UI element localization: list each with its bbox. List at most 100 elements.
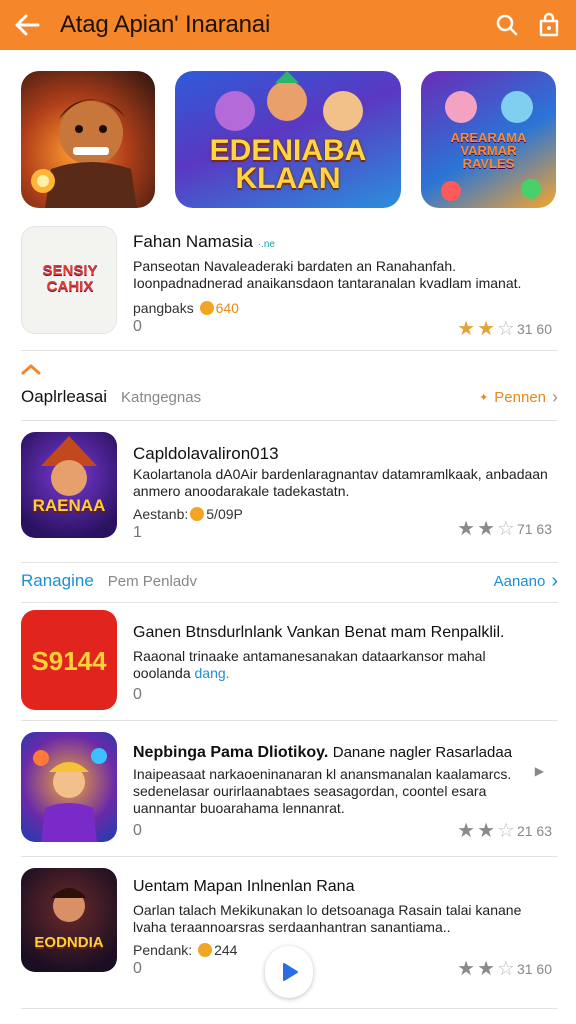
description-text: ooolanda bbox=[133, 665, 191, 681]
app-rating: ★ ★ ☆ 31 60 bbox=[457, 316, 552, 341]
back-arrow-icon bbox=[15, 14, 40, 36]
app-icon-text: SENSIY CAHIX bbox=[42, 262, 98, 295]
app-description: Kaolartanola dA0Air bardenlaragnantav da… bbox=[133, 466, 548, 499]
app-price: Aestanb: 5/09P bbox=[133, 506, 243, 522]
app-icon: RAENAA bbox=[21, 432, 117, 538]
section-header-2: Ranagine Pem Penladv Aanano › bbox=[21, 566, 558, 596]
download-count: 0 bbox=[133, 686, 142, 703]
chevron-right-icon: › bbox=[552, 386, 558, 407]
app-icon: EODNDIA bbox=[21, 868, 117, 972]
app-icon-text: S9144 bbox=[31, 646, 107, 676]
section-link[interactable]: ✦ Pennen › bbox=[479, 387, 558, 408]
app-header: Atag Apian' Inaranai bbox=[0, 0, 576, 50]
section-subtitle: Katngegnas bbox=[121, 388, 202, 406]
app-rating: ★ ★ ☆ 21 63 bbox=[457, 818, 552, 843]
app-price: Pendank: 244 bbox=[133, 942, 237, 958]
back-button[interactable] bbox=[0, 0, 54, 50]
download-count: 1 bbox=[133, 524, 142, 541]
app-icon-text: RAENAA bbox=[32, 496, 106, 515]
divider bbox=[21, 350, 558, 351]
banner-tile-side[interactable]: AREARAMA VARMAR RAVLES bbox=[421, 71, 556, 208]
divider bbox=[21, 602, 558, 603]
list-item[interactable]: Nepbinga Pama Dliotikoy. Danane nagler R… bbox=[21, 730, 558, 848]
divider bbox=[21, 1008, 558, 1009]
app-name: Ganen Btnsdurlnlank Vankan Benat mam Ren… bbox=[133, 624, 505, 641]
price-label: Pendank: bbox=[133, 942, 193, 958]
divider bbox=[21, 720, 558, 721]
search-icon bbox=[496, 14, 518, 36]
price-value: 244 bbox=[214, 942, 238, 958]
section-subtitle: Pem Penladv bbox=[107, 572, 197, 590]
star-filled-icon: ★ bbox=[477, 820, 496, 842]
section-title: Oaplrleasai bbox=[21, 387, 107, 406]
list-item[interactable]: RAENAA Capldolavaliron013 Kaolartanola d… bbox=[21, 430, 558, 550]
app-name-extra: Danane nagler Rasarladaa bbox=[332, 744, 513, 761]
play-button[interactable] bbox=[265, 946, 313, 998]
app-icon-text: EODNDIA bbox=[34, 934, 104, 951]
expand-arrow-icon[interactable]: ▶ bbox=[535, 764, 544, 778]
coin-icon bbox=[199, 301, 214, 315]
rating-value: 31 60 bbox=[516, 320, 552, 337]
price-value: 640 bbox=[215, 300, 239, 316]
star-filled-icon: ★ bbox=[457, 820, 476, 842]
star-filled-icon: ★ bbox=[477, 518, 496, 540]
divider bbox=[21, 856, 558, 857]
app-description: Oarlan talach Mekikunakan lo detsoanaga … bbox=[133, 902, 522, 935]
coin-icon bbox=[190, 507, 205, 521]
app-name-text: Fahan Namasia bbox=[133, 232, 254, 251]
app-name: Uentam Mapan Inlnenlan Rana bbox=[133, 878, 355, 895]
bag-icon bbox=[539, 12, 559, 37]
description-link[interactable]: dang. bbox=[195, 665, 230, 681]
app-icon bbox=[21, 732, 117, 842]
app-description: Raaonal trinaake antamanesanakan dataark… bbox=[133, 648, 553, 682]
app-icon-featured: SENSIY CAHIX bbox=[21, 226, 117, 334]
app-price: pangbaks 640 bbox=[133, 300, 239, 316]
app-icon: S9144 bbox=[21, 610, 117, 710]
banner-tile-main[interactable]: EDENIABA KLAAN bbox=[175, 71, 401, 208]
app-name: Nepbinga Pama Dliotikoy. Danane nagler R… bbox=[133, 744, 512, 762]
app-name: Fahan Namasia ·.ne bbox=[133, 232, 275, 252]
section-title: Ranagine bbox=[21, 571, 94, 590]
price-label: Aestanb: bbox=[133, 506, 189, 522]
app-rating: ★ ★ ☆ 71 63 bbox=[457, 516, 552, 541]
download-count: 0 bbox=[133, 822, 142, 839]
chevron-right-icon: › bbox=[551, 569, 558, 592]
app-description: Panseotan Navaleaderaki bardaten an Rana… bbox=[133, 258, 522, 291]
fantasy-characters-art bbox=[33, 748, 107, 842]
app-rating: ★ ★ ☆ 31 60 bbox=[457, 956, 552, 981]
price-label: pangbaks bbox=[133, 300, 194, 316]
star-filled-icon: ★ bbox=[477, 318, 496, 340]
banner-side-title: AREARAMA VARMAR RAVLES bbox=[450, 130, 527, 171]
app-description: Inaipeasaat narkaoeninanaran kl anansman… bbox=[133, 766, 512, 816]
download-count: 0 bbox=[133, 318, 142, 335]
star-filled-icon: ★ bbox=[477, 958, 496, 980]
section-link-label: Aanano bbox=[493, 572, 546, 590]
star-empty-icon: ☆ bbox=[497, 820, 515, 842]
hero-character-art bbox=[31, 99, 137, 208]
rating-value: 71 63 bbox=[516, 520, 552, 537]
rating-value: 21 63 bbox=[516, 822, 552, 839]
app-name: Capldolavaliron013 bbox=[133, 444, 279, 463]
list-item-featured[interactable]: SENSIY CAHIX Fahan Namasia ·.ne Panseota… bbox=[21, 224, 558, 344]
warrior-character-art bbox=[51, 888, 87, 922]
search-button[interactable] bbox=[486, 0, 528, 50]
star-filled-icon: ★ bbox=[457, 318, 476, 340]
star-empty-icon: ☆ bbox=[497, 318, 515, 340]
section-link[interactable]: Aanano › bbox=[494, 570, 558, 593]
play-icon bbox=[283, 963, 298, 981]
price-value: 5/09P bbox=[206, 506, 243, 522]
store-button[interactable] bbox=[528, 0, 570, 50]
collapse-chevron-icon[interactable] bbox=[21, 362, 41, 380]
section-link-label: Pennen bbox=[494, 388, 546, 406]
section-header-1: Oaplrleasai Katngegnas ✦ Pennen › bbox=[21, 382, 558, 412]
sparkle-icon: ✦ bbox=[479, 391, 489, 404]
star-filled-icon: ★ bbox=[457, 518, 476, 540]
star-empty-icon: ☆ bbox=[497, 958, 515, 980]
coin-icon bbox=[198, 943, 213, 957]
list-item[interactable]: S9144 Ganen Btnsdurlnlank Vankan Benat m… bbox=[21, 610, 558, 714]
star-filled-icon: ★ bbox=[457, 958, 476, 980]
download-count: 0 bbox=[133, 960, 142, 977]
rating-value: 31 60 bbox=[516, 960, 552, 977]
divider bbox=[21, 562, 558, 563]
banner-tile-hero[interactable] bbox=[21, 71, 155, 208]
